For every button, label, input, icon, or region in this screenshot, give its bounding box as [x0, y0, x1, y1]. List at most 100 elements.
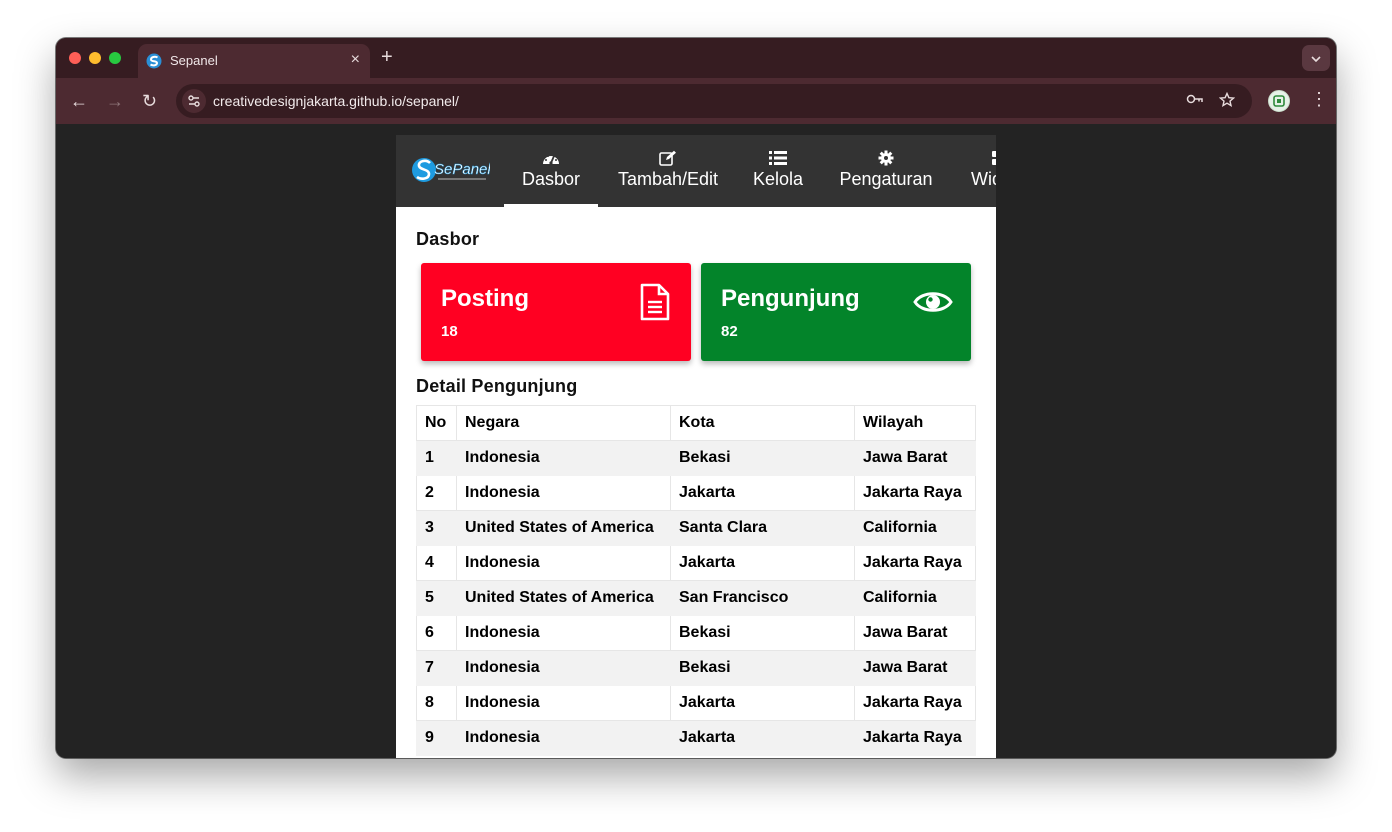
table-cell: Jawa Barat	[854, 650, 976, 686]
browser-window: Sepanel × + ← → ↻ creativedesignjakarta.…	[56, 38, 1336, 758]
posting-card[interactable]: Posting 18	[421, 263, 691, 361]
detail-title: Detail Pengunjung	[416, 376, 578, 396]
widget-icon	[992, 151, 996, 165]
table-row: 8 Indonesia Jakarta Jakarta Raya	[416, 685, 976, 721]
card-count: 18	[441, 323, 458, 340]
nav-label: Tambah/Edit	[617, 169, 719, 189]
table-row: 6 Indonesia Bekasi Jawa Barat	[416, 615, 976, 651]
table-cell: Bekasi	[670, 650, 855, 686]
table-cell: 6	[416, 615, 457, 651]
nav-label: Kelola	[752, 169, 804, 189]
column-header: No	[416, 405, 457, 441]
card-title: Posting	[441, 285, 529, 312]
table-cell: Indonesia	[456, 615, 671, 651]
page-viewport: SePanel Dasbor Tambah/Edit Kelola Pengat…	[56, 124, 1336, 758]
forward-button[interactable]: →	[106, 91, 124, 111]
table-cell: Jakarta Raya	[854, 720, 976, 756]
tab-search-button[interactable]	[1302, 45, 1330, 71]
table-cell: Jakarta	[670, 720, 855, 756]
minimize-window-button[interactable]	[89, 52, 101, 64]
table-cell: United States of America	[456, 510, 671, 546]
site-info-button[interactable]	[182, 89, 206, 113]
url-text[interactable]: creativedesignjakarta.github.io/sepanel/	[213, 93, 459, 109]
table-row: 7 Indonesia Bekasi Jawa Barat	[416, 650, 976, 686]
table-row: 4 Indonesia Jakarta Jakarta Raya	[416, 545, 976, 581]
profile-avatar[interactable]	[1268, 90, 1290, 112]
table-cell: 3	[416, 510, 457, 546]
svg-text:SePanel: SePanel	[434, 161, 490, 178]
column-header: Wilayah	[854, 405, 976, 441]
tachometer-icon	[543, 155, 559, 165]
top-navbar: SePanel Dasbor Tambah/Edit Kelola Pengat…	[396, 135, 996, 207]
sepanel-favicon-icon	[146, 53, 162, 69]
address-bar[interactable]: creativedesignjakarta.github.io/sepanel/	[176, 84, 1252, 118]
table-cell: Indonesia	[456, 475, 671, 511]
table-cell: Jawa Barat	[854, 615, 976, 651]
table-cell: Indonesia	[456, 440, 671, 476]
tab-strip: Sepanel × +	[56, 38, 1336, 78]
eye-icon	[913, 292, 953, 312]
table-row: 9 Indonesia Jakarta Jakarta Raya	[416, 720, 976, 756]
table-cell: 4	[416, 545, 457, 581]
column-header: Kota	[670, 405, 855, 441]
table-row: 2 Indonesia Jakarta Jakarta Raya	[416, 475, 976, 511]
table-cell: 8	[416, 685, 457, 721]
nav-dasbor[interactable]: Dasbor	[504, 135, 598, 207]
new-tab-button[interactable]: +	[381, 46, 393, 69]
key-icon[interactable]	[1186, 92, 1204, 110]
nav-tambah-edit[interactable]: Tambah/Edit	[612, 135, 724, 207]
browser-menu-button[interactable]: ⋮	[1310, 89, 1328, 110]
file-icon	[640, 283, 670, 321]
sepanel-app: SePanel Dasbor Tambah/Edit Kelola Pengat…	[396, 135, 996, 758]
browser-toolbar: ← → ↻ creativedesignjakarta.github.io/se…	[56, 78, 1336, 124]
table-header-row: No Negara Kota Wilayah	[416, 405, 976, 441]
nav-kelola[interactable]: Kelola	[746, 135, 810, 207]
column-header: Negara	[456, 405, 671, 441]
nav-label: Pengaturan	[839, 169, 933, 189]
table-cell: Indonesia	[456, 685, 671, 721]
table-cell: Indonesia	[456, 720, 671, 756]
card-count: 82	[721, 323, 738, 340]
card-title: Pengunjung	[721, 285, 860, 312]
table-cell: Jakarta Raya	[854, 545, 976, 581]
nav-pengaturan[interactable]: Pengaturan	[836, 135, 936, 207]
table-cell: California	[854, 580, 976, 616]
table-row: 5 United States of America San Francisco…	[416, 580, 976, 616]
table-cell: Jakarta	[670, 545, 855, 581]
nav-label: Dasbor	[521, 169, 581, 189]
table-cell: Jawa Barat	[854, 440, 976, 476]
table-cell: Jakarta Raya	[854, 475, 976, 511]
table-cell: Jakarta	[670, 475, 855, 511]
table-cell: 2	[416, 475, 457, 511]
table-row: 3 United States of America Santa Clara C…	[416, 510, 976, 546]
tab-close-icon[interactable]: ×	[351, 51, 360, 69]
table-cell: Jakarta Raya	[854, 685, 976, 721]
table-cell: Indonesia	[456, 650, 671, 686]
back-button[interactable]: ←	[70, 91, 88, 111]
nav-label: Widget	[970, 169, 996, 189]
table-cell: San Francisco	[670, 580, 855, 616]
maximize-window-button[interactable]	[109, 52, 121, 64]
table-cell: Bekasi	[670, 615, 855, 651]
table-cell: 5	[416, 580, 457, 616]
chevron-down-icon	[1311, 56, 1321, 62]
table-cell: Santa Clara	[670, 510, 855, 546]
table-cell: Bekasi	[670, 440, 855, 476]
table-cell: United States of America	[456, 580, 671, 616]
table-cell: Jakarta	[670, 685, 855, 721]
table-cell: 1	[416, 440, 457, 476]
pengunjung-card[interactable]: Pengunjung 82	[701, 263, 971, 361]
close-window-button[interactable]	[69, 52, 81, 64]
sepanel-logo[interactable]: SePanel	[410, 153, 490, 187]
browser-tab[interactable]: Sepanel ×	[138, 44, 370, 78]
nav-widget[interactable]: Widget	[969, 135, 996, 207]
tab-title: Sepanel	[170, 53, 218, 68]
reload-button[interactable]: ↻	[142, 91, 157, 111]
visitor-table: No Negara Kota Wilayah 1 Indonesia Bekas…	[416, 405, 976, 756]
table-cell: Indonesia	[456, 545, 671, 581]
table-cell: 9	[416, 720, 457, 756]
edit-icon	[659, 150, 676, 166]
table-row: 1 Indonesia Bekasi Jawa Barat	[416, 440, 976, 476]
bookmark-star-icon[interactable]	[1218, 91, 1236, 112]
gear-icon	[878, 150, 894, 166]
